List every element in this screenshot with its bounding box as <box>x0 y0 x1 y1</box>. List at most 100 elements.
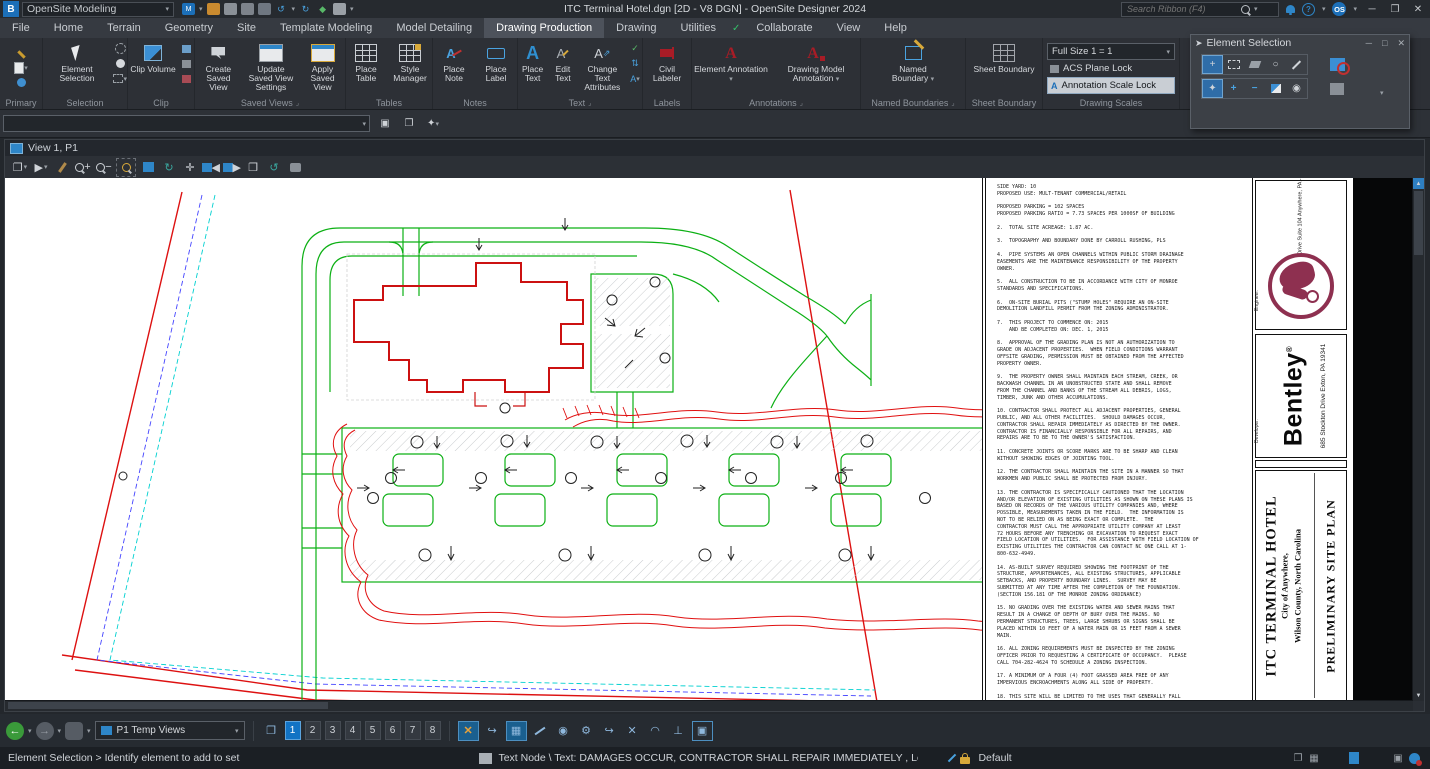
back-button[interactable]: ← <box>6 721 24 740</box>
element-annotation-button[interactable]: A Element Annotation ▾ <box>692 40 770 85</box>
tab-site[interactable]: Site <box>225 18 268 38</box>
building-footprint[interactable] <box>353 262 584 407</box>
place-table-button[interactable]: Place Table <box>346 40 386 84</box>
place-label-button[interactable]: Place Label <box>476 40 516 84</box>
workflow-selector[interactable]: OpenSite Modeling ▾ <box>22 1 174 17</box>
app-logo-icon[interactable]: B <box>3 1 19 17</box>
text-match-icon[interactable]: ⇅ <box>628 57 642 70</box>
perpendicular-snap-icon[interactable]: ⊥ <box>669 722 688 740</box>
clear-selection-button[interactable] <box>1325 55 1350 75</box>
intersection-snap-icon[interactable]: ✕ <box>623 722 642 740</box>
compress-icon[interactable] <box>257 3 271 15</box>
clip-delete-icon[interactable] <box>180 72 194 85</box>
scrollbar-thumb[interactable] <box>8 702 328 709</box>
undo-icon[interactable]: ↺ <box>275 3 288 15</box>
tab-geometry[interactable]: Geometry <box>153 18 225 38</box>
site-plan-drawing[interactable] <box>5 178 982 701</box>
chevron-down-icon[interactable]: ▾ <box>1254 5 1258 13</box>
scroll-down-icon[interactable]: ▼ <box>1413 690 1424 701</box>
accusnap-settings-icon[interactable]: ⚙ <box>577 722 596 740</box>
accudraw-toggle-icon[interactable]: ✕ <box>457 720 479 741</box>
text-style-icon[interactable]: A ▾ <box>628 72 642 85</box>
view-toggle-6[interactable]: 6 <box>384 721 401 740</box>
user-badge[interactable]: OS <box>1332 2 1347 16</box>
chevron-down-icon[interactable]: ▾ <box>87 727 91 735</box>
scroll-up-icon[interactable]: ▲ <box>1413 178 1424 189</box>
tangent-snap-icon[interactable]: ↪ <box>600 722 619 740</box>
chevron-down-icon[interactable]: ▾ <box>1322 5 1326 13</box>
view-toggle-8[interactable]: 8 <box>424 721 441 740</box>
dialog-launcher-icon[interactable]: ⌟ <box>296 99 299 107</box>
active-level[interactable]: Default <box>978 752 1011 764</box>
view-rotate-tools-icon[interactable]: ↺ <box>265 159 283 176</box>
forward-button[interactable]: → <box>35 721 54 740</box>
annotation-scale-lock-toggle[interactable]: A Annotation Scale Lock <box>1047 77 1175 94</box>
view-toggle-7[interactable]: 7 <box>404 721 421 740</box>
zoom-out-icon[interactable]: − <box>95 159 113 176</box>
dialog-rollup-icon[interactable]: □ <box>1382 38 1387 49</box>
open-folder-icon[interactable] <box>206 3 220 15</box>
models-icon[interactable] <box>14 76 28 89</box>
active-selection-dropdown[interactable]: ▾ <box>3 115 370 132</box>
circle-select-icon[interactable]: ○ <box>1265 55 1286 74</box>
scrollbar-thumb[interactable] <box>1414 191 1423 255</box>
clip-volume-button[interactable]: Clip Volume <box>128 40 177 75</box>
horizontal-scrollbar[interactable] <box>5 700 1413 711</box>
selection-set-icon[interactable] <box>1346 751 1362 765</box>
dialog-title-bar[interactable]: ➤ Element Selection ─ □ ✕ <box>1191 35 1409 51</box>
change-text-attributes-button[interactable]: A ⇗ Change Text Attributes <box>579 40 626 93</box>
tab-home[interactable]: Home <box>42 18 95 38</box>
general-notes-text[interactable]: SIDE YARD: 10 PROPOSED USE: MULT-TENANT … <box>997 184 1199 701</box>
tab-view[interactable]: View <box>825 18 873 38</box>
element-selection-button[interactable]: Element Selection <box>43 40 111 84</box>
chevron-down-icon[interactable]: ▾ <box>1353 5 1357 13</box>
drawing-model-annotation-button[interactable]: A Drawing Model Annotation ▾ <box>772 40 860 85</box>
tab-collaborate[interactable]: Collaborate <box>744 18 824 38</box>
open-views-icon[interactable]: ❐ <box>262 722 281 740</box>
clip-tools-icon[interactable] <box>180 57 194 70</box>
chevron-down-icon[interactable]: ▾ <box>292 5 296 13</box>
create-saved-view-button[interactable]: Create Saved View <box>195 40 242 93</box>
clip-volume-view-icon[interactable] <box>286 159 304 176</box>
drawing-scale-select[interactable]: Full Size 1 = 1 ▾ <box>1047 43 1175 60</box>
line-select-icon[interactable] <box>1286 55 1307 74</box>
view-toggle-4[interactable]: 4 <box>344 721 361 740</box>
view-toggle-2[interactable]: 2 <box>304 721 321 740</box>
tab-model-detailing[interactable]: Model Detailing <box>384 18 484 38</box>
sheet-boundary-button[interactable]: Sheet Boundary <box>972 40 1037 75</box>
pen-style-icon[interactable] <box>944 751 960 765</box>
shape-select-icon[interactable] <box>1244 55 1265 74</box>
close-button[interactable]: ✕ <box>1410 2 1426 16</box>
notification-bell-icon[interactable] <box>1285 5 1295 15</box>
chevron-down-icon[interactable]: ▾ <box>350 5 354 13</box>
drawing-canvas[interactable]: SIDE YARD: 10 PROPOSED USE: MULT-TENANT … <box>5 178 1413 701</box>
chevron-down-icon[interactable]: ▾ <box>199 5 203 13</box>
selection-scope-icon[interactable]: ▣ <box>691 720 713 741</box>
tab-drawing-production[interactable]: Drawing Production <box>484 18 605 38</box>
fence-icon[interactable] <box>113 42 127 55</box>
clip-mask-icon[interactable] <box>180 42 194 55</box>
rotate-view-icon[interactable]: ↻ <box>160 159 178 176</box>
view-toggle-1[interactable]: 1 <box>284 721 301 740</box>
view-title-bar[interactable]: View 1, P1 <box>5 140 1424 156</box>
arc-snap-icon[interactable]: ◠ <box>646 722 665 740</box>
search-input[interactable] <box>1124 3 1241 15</box>
block-select-icon[interactable] <box>1223 55 1244 74</box>
models-status-icon[interactable]: ▦ <box>1306 751 1322 765</box>
zoom-in-icon[interactable]: + <box>74 159 92 176</box>
smart-select-icon[interactable]: ✦ ▾ <box>424 116 442 132</box>
tab-utilities[interactable]: Utilities <box>669 18 728 38</box>
dialog-minimize-icon[interactable]: ─ <box>1366 38 1372 49</box>
acs-plane-lock-toggle[interactable]: ACS Plane Lock <box>1047 61 1175 76</box>
add-selection-icon[interactable]: + <box>1223 79 1244 98</box>
vertical-scrollbar[interactable]: ▲ ▼ <box>1412 178 1424 701</box>
minimize-button[interactable]: ─ <box>1364 2 1380 16</box>
adjust-colors-icon[interactable] <box>53 159 71 176</box>
fit-view-icon[interactable] <box>139 159 157 176</box>
dialog-close-icon[interactable]: ✕ <box>1397 38 1405 49</box>
attach-tools-icon[interactable]: ▾ <box>14 62 28 75</box>
element-selection-dialog[interactable]: ➤ Element Selection ─ □ ✕ + ○ ✦ + − ◉ ▾ <box>1190 34 1410 129</box>
dialog-launcher-icon[interactable]: ⌟ <box>800 99 803 107</box>
apply-saved-view-button[interactable]: Apply Saved View <box>300 40 345 93</box>
view-tools-button[interactable] <box>65 721 84 740</box>
